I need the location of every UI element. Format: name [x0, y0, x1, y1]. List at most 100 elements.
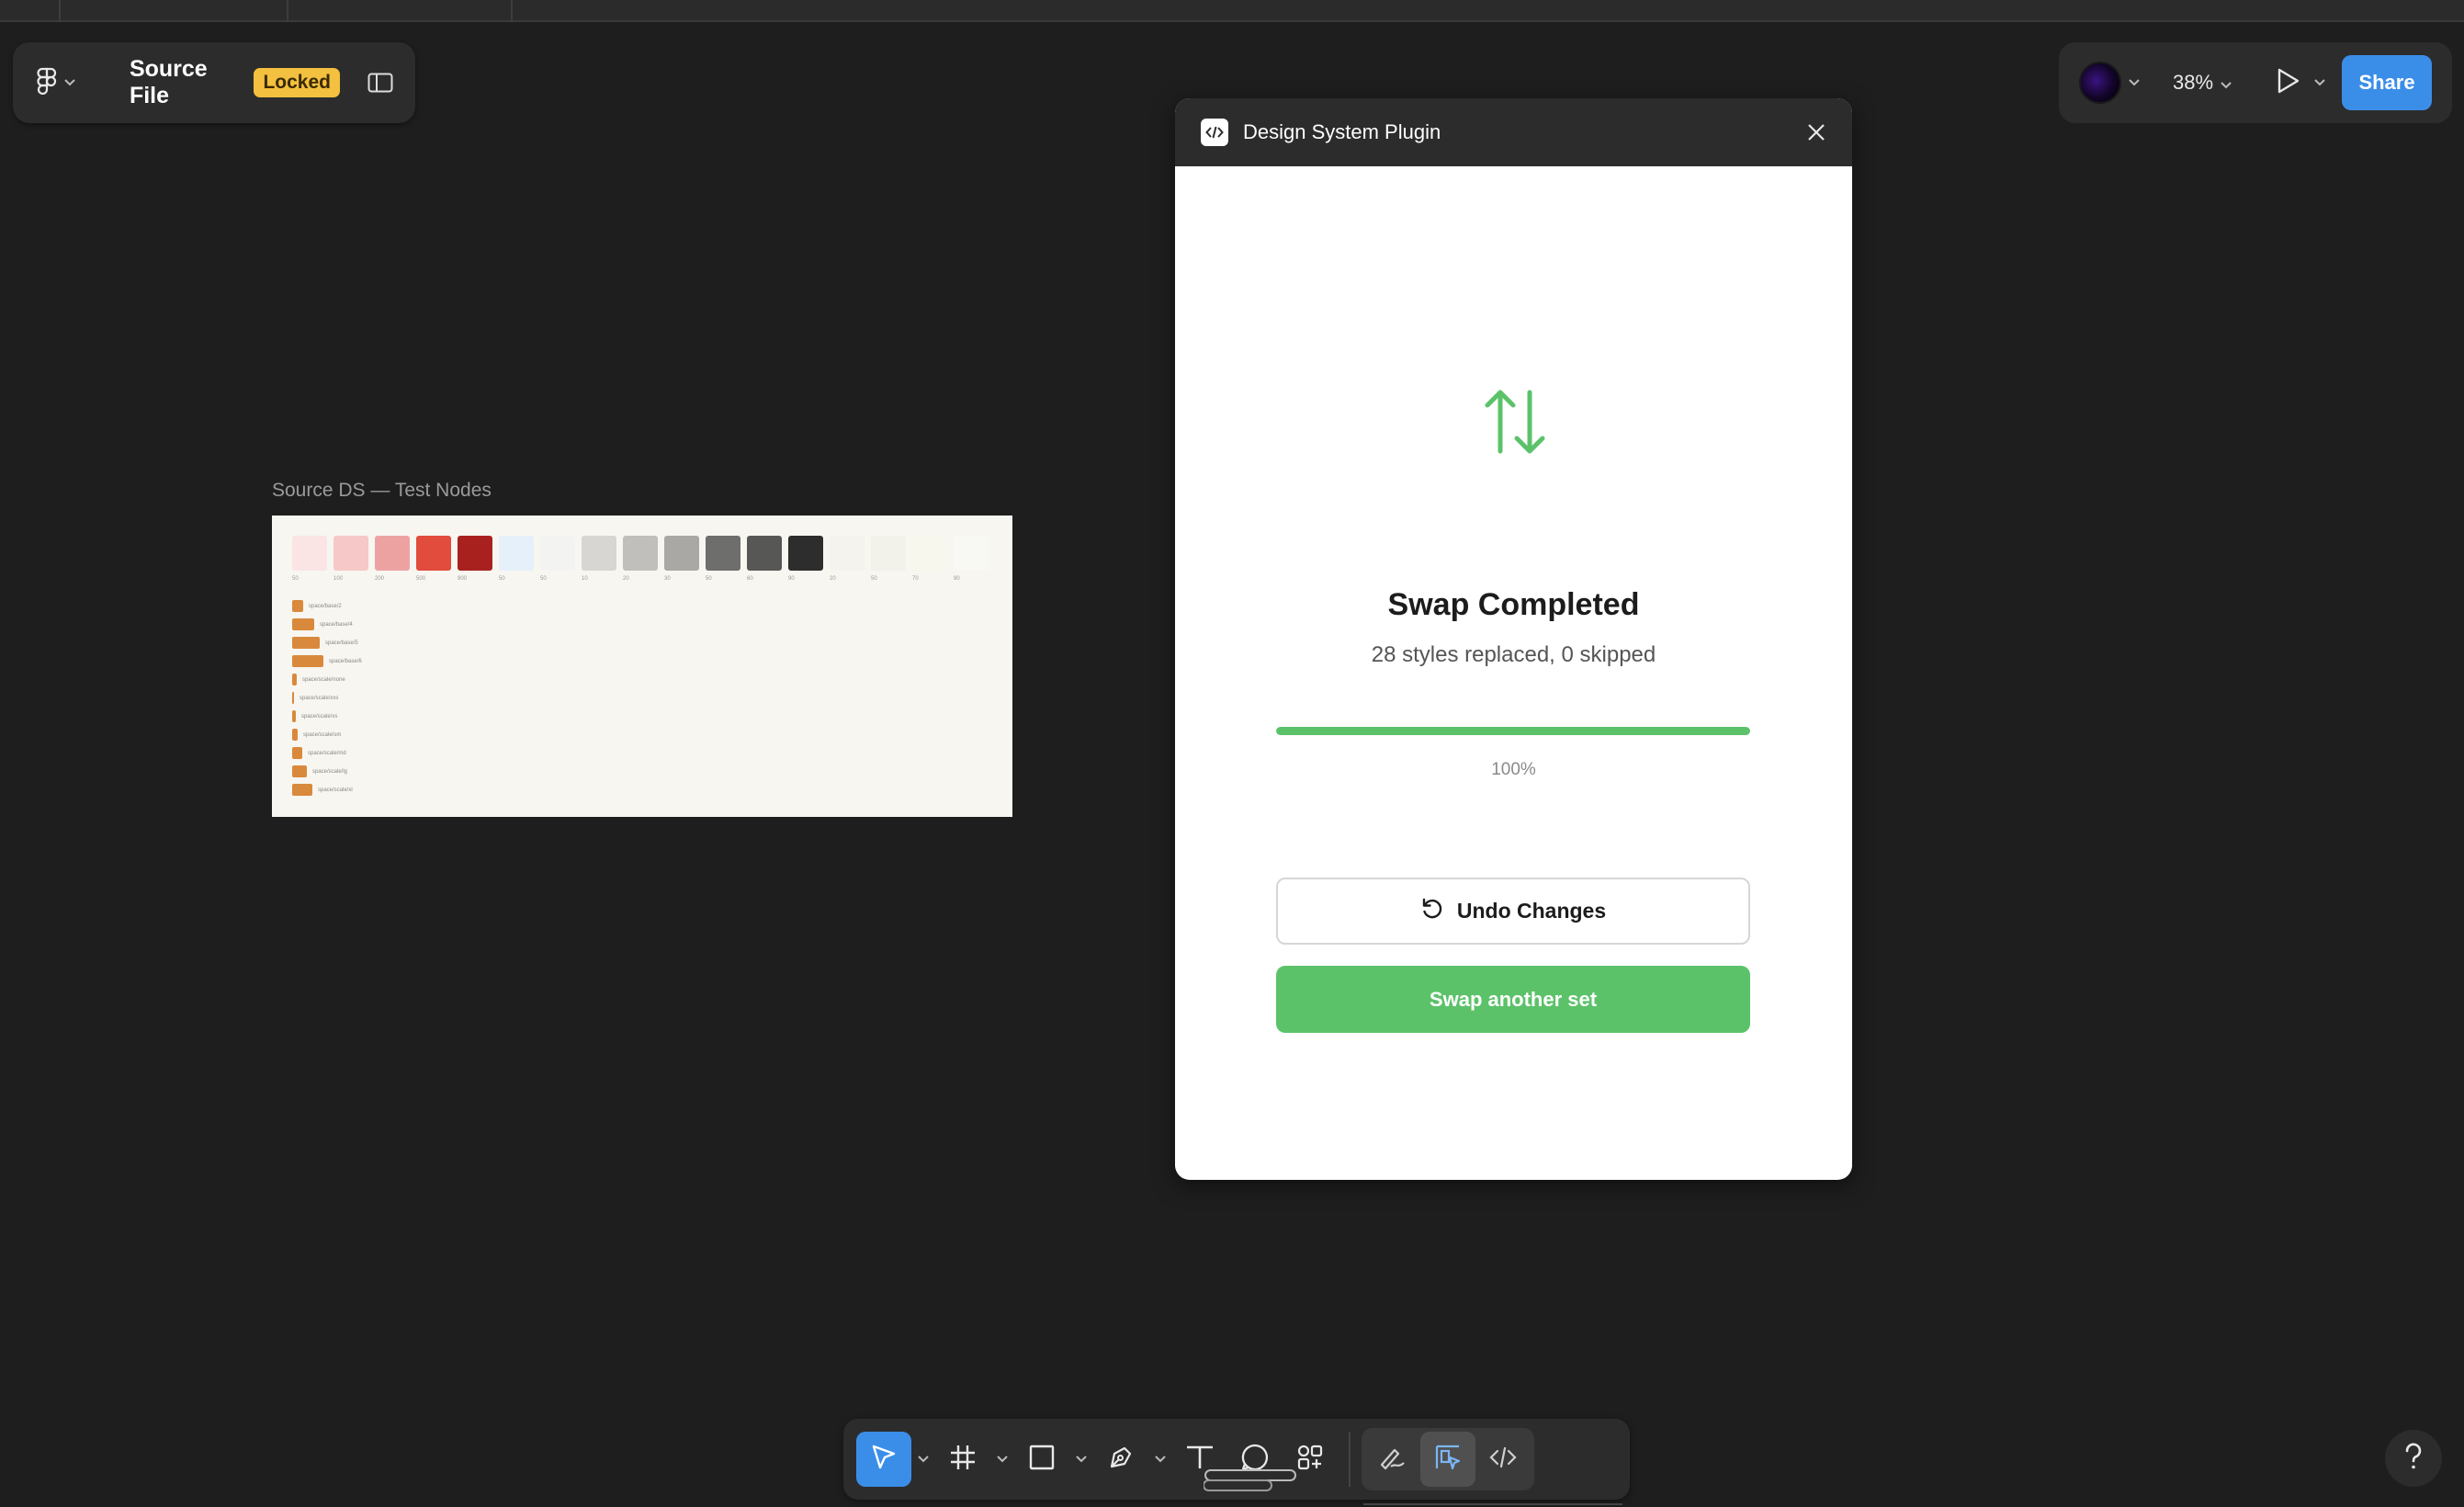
spacing-token-row[interactable]: space/base/2 [292, 600, 342, 612]
spacing-token-row[interactable]: space/base/5 [292, 637, 358, 649]
spacing-label: space/scale/xs [301, 713, 338, 720]
color-swatch[interactable] [333, 536, 368, 571]
swatch-tick-label: 500 [416, 576, 426, 582]
top-strip [0, 0, 2464, 22]
status-subtitle: 28 styles replaced, 0 skipped [1371, 642, 1656, 667]
zoom-control[interactable]: 38% [2173, 71, 2232, 95]
swatch-tick-label: 50 [540, 576, 547, 582]
color-swatch[interactable] [954, 536, 989, 571]
plugin-title: Design System Plugin [1243, 120, 1441, 143]
frame-tool-dropdown[interactable] [990, 1432, 1014, 1487]
color-swatch[interactable] [788, 536, 823, 571]
present-control[interactable] [2276, 67, 2325, 99]
draw-mode-button[interactable] [1365, 1432, 1420, 1487]
spacing-bar [292, 747, 302, 759]
spacing-label: space/base/4 [320, 621, 353, 628]
pen-tool[interactable] [1093, 1432, 1148, 1487]
plugin-header[interactable]: Design System Plugin [1175, 98, 1852, 166]
spacing-bar [292, 600, 303, 612]
spacing-bar [292, 710, 296, 722]
question-mark-icon [2399, 1441, 2428, 1477]
swatch-tick-label: 60 [747, 576, 753, 582]
color-swatch[interactable] [706, 536, 740, 571]
figma-logo-icon [35, 67, 59, 99]
spacing-token-row[interactable]: space/scale/xl [292, 784, 353, 796]
spacing-token-row[interactable]: space/base/4 [292, 618, 353, 630]
source-ds-frame[interactable]: 50 100 200 500 900 50 50 10 20 30 50 60 90 20 50 70 90 sp… [272, 516, 1012, 817]
spacing-token-row[interactable]: space/scale/md [292, 747, 346, 759]
spacing-token-row[interactable]: space/scale/xxs [292, 692, 338, 704]
color-swatch[interactable] [747, 536, 782, 571]
swatch-tick-label: 50 [871, 576, 877, 582]
swatch-tick-label: 90 [788, 576, 795, 582]
spacing-bar [292, 618, 314, 630]
chevron-down-icon [918, 1451, 929, 1467]
locked-badge: Locked [254, 68, 340, 97]
spacing-label: space/base/2 [309, 603, 342, 609]
color-swatch[interactable] [458, 536, 492, 571]
spacing-bar [292, 655, 323, 667]
spacing-bar [292, 765, 307, 777]
close-icon[interactable] [1806, 122, 1826, 142]
frame-label[interactable]: Source DS — Test Nodes [272, 480, 492, 502]
file-panel: Source File Locked [13, 42, 415, 123]
spacing-label: space/scale/sm [303, 731, 342, 738]
main-menu-button[interactable] [35, 67, 100, 99]
color-swatch[interactable] [375, 536, 410, 571]
color-swatch[interactable] [623, 536, 658, 571]
undo-changes-button[interactable]: Undo Changes [1276, 878, 1750, 945]
zoom-level: 38% [2173, 71, 2214, 94]
pen-icon [1106, 1443, 1136, 1477]
progress-bar [1276, 727, 1750, 735]
swatch-tick-label: 200 [375, 576, 385, 582]
move-tool[interactable] [856, 1432, 911, 1487]
color-swatch[interactable] [582, 536, 616, 571]
file-title[interactable]: Source File [130, 56, 240, 109]
chevron-down-icon [2129, 74, 2140, 91]
color-swatch[interactable] [416, 536, 451, 571]
design-mode-button[interactable] [1420, 1432, 1475, 1487]
shape-tool[interactable] [1014, 1432, 1069, 1487]
top-strip-segment [61, 0, 288, 22]
spacing-token-row[interactable]: space/scale/xs [292, 710, 337, 722]
color-swatch[interactable] [499, 536, 534, 571]
frame-tool[interactable] [935, 1432, 990, 1487]
status-title: Swap Completed [1387, 587, 1640, 622]
spacing-label: space/base/6 [329, 658, 362, 664]
shape-tool-dropdown[interactable] [1069, 1432, 1093, 1487]
rectangle-icon [1028, 1444, 1056, 1476]
chevron-down-icon [997, 1451, 1008, 1467]
spacing-bar [292, 637, 320, 649]
move-tool-dropdown[interactable] [911, 1432, 935, 1487]
share-button[interactable]: Share [2342, 55, 2432, 110]
hash-frame-icon [949, 1444, 977, 1476]
spacing-bar [292, 692, 294, 704]
swatch-tick-label: 50 [706, 576, 712, 582]
color-swatch[interactable] [292, 536, 327, 571]
spacing-label: space/scale/md [308, 750, 346, 756]
spacing-label: space/base/5 [325, 640, 358, 646]
swatch-tick-label: 50 [292, 576, 299, 582]
toolbar-handle-icon [1203, 1468, 1317, 1494]
color-swatch[interactable] [664, 536, 699, 571]
color-swatch[interactable] [912, 536, 947, 571]
cursor-arrow-icon [869, 1443, 899, 1477]
spacing-token-row[interactable]: space/scale/sm [292, 729, 341, 741]
spacing-token-row[interactable]: space/scale/none [292, 674, 345, 686]
spacing-token-row[interactable]: space/base/6 [292, 655, 362, 667]
pen-tool-dropdown[interactable] [1148, 1432, 1172, 1487]
color-swatch[interactable] [830, 536, 865, 571]
sidebar-toggle-icon[interactable] [367, 73, 393, 93]
color-swatch[interactable] [540, 536, 575, 571]
spacing-token-row[interactable]: space/scale/lg [292, 765, 347, 777]
dev-mode-button[interactable] [1475, 1432, 1531, 1487]
spacing-label: space/scale/none [302, 676, 345, 683]
bottom-edge-line [1363, 1503, 1622, 1505]
spacing-bar [292, 784, 312, 796]
user-menu[interactable] [2079, 62, 2140, 104]
color-swatch[interactable] [871, 536, 906, 571]
swap-another-set-button[interactable]: Swap another set [1276, 966, 1750, 1033]
help-button[interactable] [2385, 1430, 2442, 1487]
swatch-tick-label: 20 [623, 576, 629, 582]
chevron-down-icon [1155, 1451, 1166, 1467]
